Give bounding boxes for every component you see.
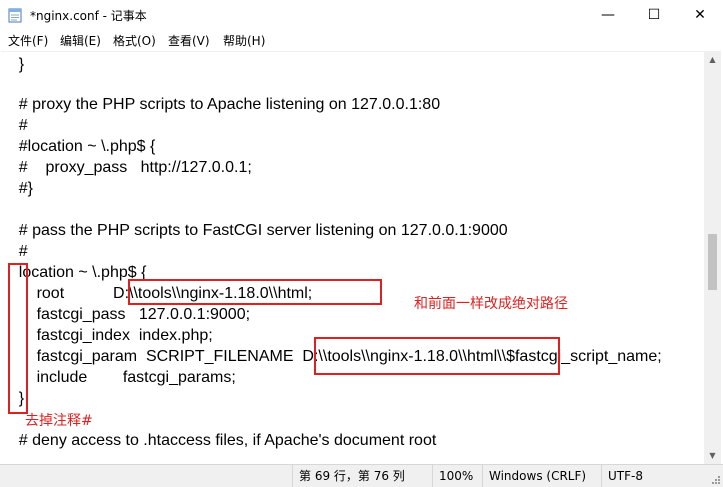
notepad-icon	[8, 8, 22, 23]
editor-line: # proxy the PHP scripts to Apache listen…	[1, 96, 441, 113]
maximize-button[interactable]: ☐	[631, 0, 677, 30]
remove-comment-note: 去掉注释#	[25, 413, 93, 429]
editor-line: include fastcgi_params;	[1, 369, 236, 386]
cursor-position: 第 69 行，第 76 列	[292, 465, 429, 487]
menu-edit[interactable]: 编辑(E)	[60, 32, 101, 49]
window-title: *nginx.conf - 记事本	[30, 9, 147, 23]
minimize-button[interactable]: —	[585, 0, 631, 30]
editor-line: # pass the PHP scripts to FastCGI server…	[1, 222, 508, 239]
menu-help[interactable]: 帮助(H)	[223, 32, 265, 49]
scroll-thumb[interactable]	[708, 234, 717, 290]
menu-bar: 文件(F) 编辑(E) 格式(O) 查看(V) 帮助(H)	[0, 30, 723, 51]
title-bar: *nginx.conf - 记事本 — ☐ ✕	[0, 0, 723, 30]
absolute-path-note: 和前面一样改成绝对路径	[414, 296, 568, 312]
menu-file[interactable]: 文件(F)	[8, 32, 48, 49]
status-bar: 第 69 行，第 76 列 100% Windows (CRLF) UTF-8	[0, 464, 723, 487]
editor-line: }	[1, 56, 25, 73]
uncomment-highlight-box	[8, 263, 28, 414]
editor-line: fastcgi_index index.php;	[1, 327, 213, 344]
vertical-scrollbar[interactable]: ▲ ▼	[704, 51, 721, 464]
scroll-down-icon[interactable]: ▼	[704, 447, 721, 464]
root-path-highlight-box	[128, 279, 382, 305]
editor-line: # deny access to .htaccess files, if Apa…	[1, 432, 437, 449]
close-button[interactable]: ✕	[677, 0, 723, 30]
menu-view[interactable]: 查看(V)	[168, 32, 210, 49]
script-filename-highlight-box	[314, 337, 560, 375]
resize-grip-icon[interactable]	[711, 475, 721, 485]
editor-line: #	[1, 117, 28, 134]
editor-line: #	[1, 243, 28, 260]
scroll-up-icon[interactable]: ▲	[704, 51, 721, 68]
text-editor[interactable]: } # proxy the PHP scripts to Apache list…	[1, 51, 704, 465]
editor-line: #}	[1, 180, 34, 197]
menu-format[interactable]: 格式(O)	[113, 32, 156, 49]
zoom-level: 100%	[432, 465, 479, 487]
editor-line: # proxy_pass http://127.0.0.1;	[1, 159, 252, 176]
encoding: UTF-8	[601, 465, 708, 487]
editor-line: fastcgi_pass 127.0.0.1:9000;	[1, 306, 251, 323]
line-ending: Windows (CRLF)	[482, 465, 595, 487]
editor-line: #location ~ \.php$ {	[1, 138, 156, 155]
